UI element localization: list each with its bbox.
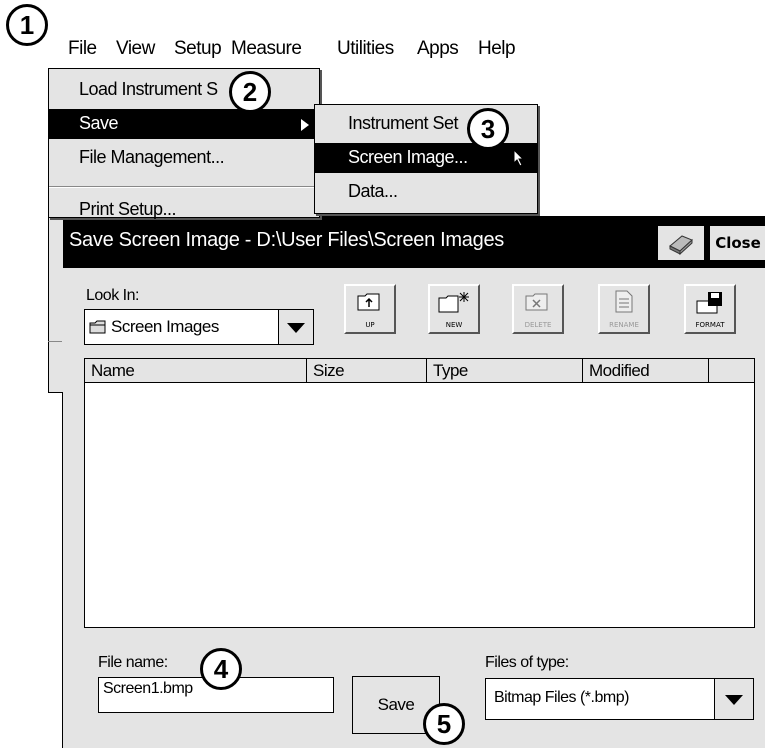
column-header-filler bbox=[709, 359, 754, 383]
menu-item-label: Save bbox=[79, 113, 119, 133]
menu-item-load-instrument-state[interactable]: Load Instrument S bbox=[49, 75, 319, 105]
folder-icon bbox=[89, 320, 106, 334]
look-in-label: Look In: bbox=[86, 287, 139, 304]
file-menu-remnant bbox=[48, 196, 63, 393]
rename-button[interactable]: RENAME bbox=[598, 284, 650, 334]
menu-item-data[interactable]: Data... bbox=[315, 177, 537, 207]
column-header-type[interactable]: Type bbox=[427, 359, 583, 383]
menu-item-label: Instrument Set bbox=[348, 113, 459, 133]
callout-3: 3 bbox=[467, 108, 509, 150]
menu-item-label: Load Instrument S bbox=[79, 79, 218, 99]
delete-icon bbox=[525, 293, 548, 311]
menu-separator bbox=[49, 186, 319, 188]
files-of-type-label: Files of type: bbox=[485, 654, 569, 671]
eraser-icon bbox=[669, 235, 693, 256]
file-list[interactable]: Name Size Type Modified bbox=[84, 358, 755, 628]
menu-item-label: Print Setup... bbox=[79, 199, 177, 219]
up-caption: UP bbox=[365, 321, 375, 329]
new-caption: NEW bbox=[445, 321, 463, 329]
callout-2: 2 bbox=[229, 71, 271, 113]
menu-apps[interactable]: Apps bbox=[417, 38, 459, 60]
menu-item-save[interactable]: Save bbox=[49, 109, 319, 139]
dialog-title: Save Screen Image - D:\User Files\Screen… bbox=[69, 229, 504, 251]
menu-item-label: Screen Image... bbox=[348, 147, 468, 167]
menu-view[interactable]: View bbox=[116, 38, 155, 60]
menu-item-screen-image[interactable]: Screen Image... bbox=[315, 143, 537, 173]
files-of-type-combo[interactable]: Bitmap Files (*.bmp) bbox=[485, 678, 754, 720]
files-of-type-dropdown-button[interactable] bbox=[714, 679, 753, 719]
menu-item-file-management[interactable]: File Management... bbox=[49, 143, 319, 173]
look-in-value: Screen Images bbox=[111, 317, 219, 336]
rename-icon bbox=[615, 290, 633, 313]
new-folder-icon bbox=[438, 292, 469, 313]
chevron-down-icon bbox=[287, 323, 305, 333]
column-header-size[interactable]: Size bbox=[307, 359, 427, 383]
format-button[interactable]: FORMAT bbox=[684, 284, 736, 334]
delete-caption: DELETE bbox=[524, 321, 552, 329]
folder-up-icon bbox=[357, 293, 380, 311]
mouse-pointer-icon bbox=[513, 149, 525, 167]
files-of-type-value: Bitmap Files (*.bmp) bbox=[494, 689, 629, 706]
menu-setup[interactable]: Setup bbox=[174, 38, 222, 60]
menu-item-print-setup[interactable]: Print Setup... bbox=[49, 195, 319, 219]
dialog-titlebar: Save Screen Image - D:\User Files\Screen… bbox=[63, 216, 765, 268]
callout-5: 5 bbox=[423, 703, 465, 745]
delete-button[interactable]: DELETE bbox=[512, 284, 564, 334]
up-folder-button[interactable]: UP bbox=[344, 284, 396, 334]
look-in-dropdown-button[interactable] bbox=[278, 310, 313, 344]
menu-utilities[interactable]: Utilities bbox=[337, 38, 394, 60]
file-menu: Load Instrument S Save File Management..… bbox=[48, 68, 320, 219]
close-button[interactable]: Close bbox=[710, 226, 765, 260]
look-in-combo[interactable]: Screen Images bbox=[84, 309, 314, 345]
column-header-name[interactable]: Name bbox=[85, 359, 307, 383]
column-header-modified[interactable]: Modified bbox=[583, 359, 709, 383]
submenu-arrow-icon bbox=[301, 119, 309, 131]
file-name-label: File name: bbox=[98, 654, 168, 671]
menu-file[interactable]: File bbox=[68, 38, 97, 60]
floppy-disk-icon bbox=[696, 292, 722, 314]
chevron-down-icon bbox=[725, 695, 743, 705]
menu-item-label: Data... bbox=[348, 181, 398, 201]
menu-bar: File View Setup Measure Utilities Apps H… bbox=[58, 30, 518, 68]
callout-1: 1 bbox=[6, 4, 48, 46]
menu-item-label: File Management... bbox=[79, 147, 225, 167]
rename-caption: RENAME bbox=[609, 321, 639, 329]
menu-help[interactable]: Help bbox=[478, 38, 516, 60]
format-caption: FORMAT bbox=[695, 321, 725, 329]
new-folder-button[interactable]: NEW bbox=[428, 284, 480, 334]
file-menu-remnant-separator bbox=[48, 341, 62, 342]
eraser-button[interactable] bbox=[658, 226, 704, 260]
menu-measure[interactable]: Measure bbox=[231, 38, 302, 60]
callout-4: 4 bbox=[200, 648, 242, 690]
